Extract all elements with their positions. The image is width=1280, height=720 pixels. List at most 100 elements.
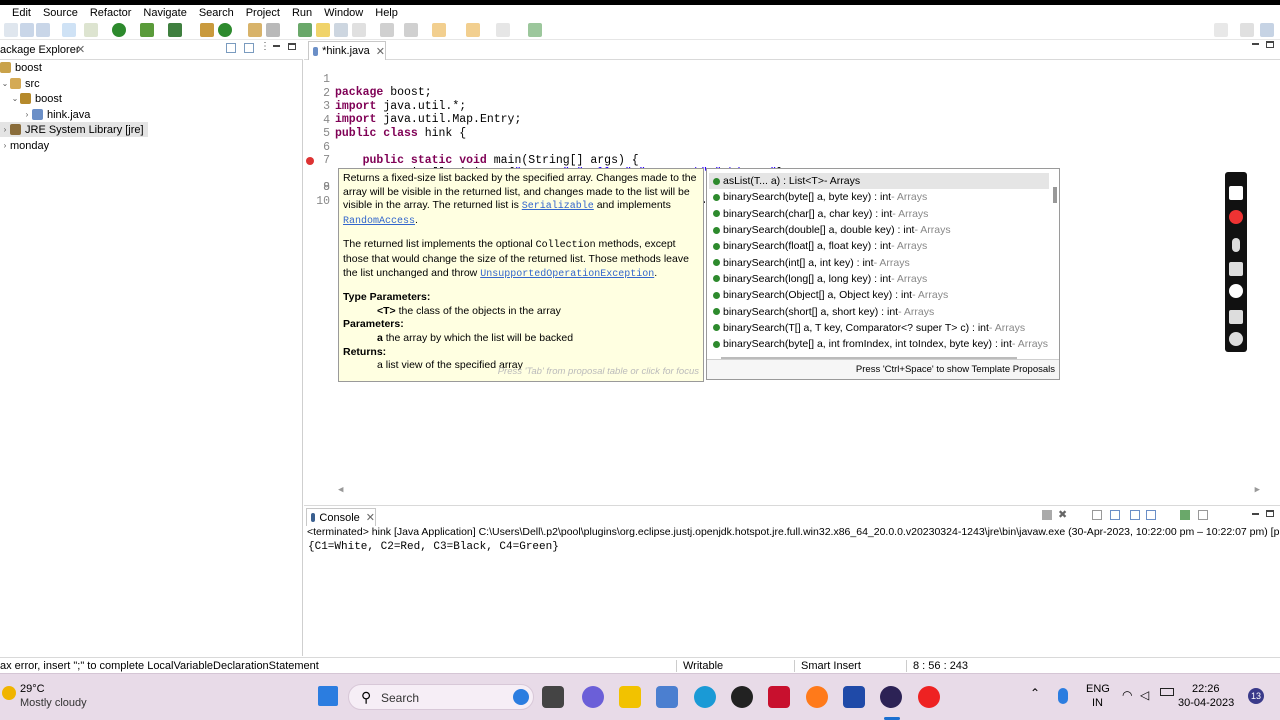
proposal-item[interactable]: binarySearch(int[] a, int key) : int - A…: [709, 254, 1049, 270]
last-edit-icon[interactable]: [432, 23, 446, 37]
battery-icon[interactable]: [1160, 688, 1174, 696]
clear-console-icon[interactable]: [1092, 510, 1102, 520]
tree-item-hink-java[interactable]: › hink.java: [22, 107, 91, 122]
scroll-right-icon[interactable]: ▶: [1255, 485, 1260, 495]
collapse-all-icon[interactable]: [226, 43, 236, 53]
menu-run[interactable]: Run: [292, 7, 320, 19]
file-explorer-icon[interactable]: [619, 686, 641, 708]
show-stdout-icon[interactable]: [1146, 510, 1156, 520]
taskbar-search-box[interactable]: ⚲ Search: [348, 684, 534, 710]
recorder-app-icon[interactable]: [918, 686, 940, 708]
open-type-icon[interactable]: [248, 23, 262, 37]
mark-occurrences-icon[interactable]: [316, 23, 330, 37]
prev-annotation-icon[interactable]: [404, 23, 418, 37]
mcafee-icon[interactable]: [768, 686, 790, 708]
clock-time[interactable]: 22:26: [1192, 683, 1220, 695]
wifi-icon[interactable]: ◠: [1122, 688, 1132, 702]
tree-item-boost-project[interactable]: boost: [0, 60, 42, 75]
status-insert-mode[interactable]: Smart Insert: [794, 660, 861, 672]
whitespace-icon[interactable]: [352, 23, 366, 37]
menu-help[interactable]: Help: [375, 7, 406, 19]
tab-hink-java[interactable]: *hink.java ✕: [308, 41, 386, 60]
maximize-icon[interactable]: [1266, 510, 1274, 517]
task-view-icon[interactable]: [542, 686, 564, 708]
back-icon[interactable]: [466, 23, 480, 37]
package-explorer-tab-label[interactable]: ackage Explorer: [0, 44, 80, 56]
maximize-icon[interactable]: [288, 43, 296, 50]
windows-start-icon[interactable]: [318, 686, 338, 706]
pin-editor-icon[interactable]: [528, 23, 542, 37]
search-icon[interactable]: [1214, 23, 1228, 37]
tree-item-src[interactable]: ⌄ src: [0, 76, 40, 91]
menu-edit[interactable]: Edit: [12, 7, 39, 19]
chevron-right-icon[interactable]: ›: [22, 110, 32, 119]
eclipse-icon[interactable]: [880, 686, 902, 708]
settings-gear-icon[interactable]: [1229, 332, 1243, 346]
save-icon[interactable]: [20, 23, 34, 37]
proposal-item[interactable]: binarySearch(byte[] a, int fromIndex, in…: [709, 336, 1049, 352]
proposal-item[interactable]: binarySearch(Object[] a, Object key) : i…: [709, 287, 1049, 303]
minimize-icon[interactable]: [273, 45, 280, 47]
weather-description[interactable]: Mostly cloudy: [20, 697, 87, 709]
new-package-icon[interactable]: [200, 23, 214, 37]
chevron-right-icon[interactable]: ›: [0, 141, 10, 150]
region-indicator[interactable]: IN: [1092, 697, 1103, 709]
menu-refactor[interactable]: Refactor: [90, 7, 140, 19]
coverage-icon[interactable]: [140, 23, 154, 37]
proposal-list[interactable]: asList(T... a) : List<T> - Arrays binary…: [709, 173, 1049, 352]
new-class-icon[interactable]: [218, 23, 232, 37]
notification-badge[interactable]: 13: [1248, 688, 1264, 704]
scroll-left-icon[interactable]: ◀: [338, 485, 343, 495]
external-tools-icon[interactable]: [168, 23, 182, 37]
content-assist-popup[interactable]: asList(T... a) : List<T> - Arrays binary…: [706, 168, 1060, 380]
scroll-lock-icon[interactable]: [1110, 510, 1120, 520]
proposal-item[interactable]: binarySearch(short[] a, short key) : int…: [709, 303, 1049, 319]
serializable-link[interactable]: Serializable: [522, 201, 594, 212]
firefox-icon[interactable]: [806, 686, 828, 708]
close-icon[interactable]: ✕: [76, 43, 85, 56]
proposal-item[interactable]: binarySearch(double[] a, double key) : i…: [709, 222, 1049, 238]
minimize-icon[interactable]: [1252, 513, 1259, 515]
save-all-icon[interactable]: [36, 23, 50, 37]
view-menu-icon[interactable]: ⋮: [260, 41, 270, 52]
menu-search[interactable]: Search: [199, 7, 242, 19]
close-icon[interactable]: ✕: [366, 511, 375, 524]
menu-window[interactable]: Window: [324, 7, 371, 19]
proposal-item[interactable]: binarySearch(T[] a, T key, Comparator<? …: [709, 320, 1049, 336]
menu-source[interactable]: Source: [43, 7, 86, 19]
horizontal-scrollbar[interactable]: ◀ ▶: [338, 485, 1260, 496]
proposal-item[interactable]: binarySearch(byte[] a, byte key) : int -…: [709, 189, 1049, 205]
window-icon[interactable]: [1229, 310, 1243, 324]
dell-icon[interactable]: [731, 686, 753, 708]
error-marker-icon[interactable]: [306, 156, 314, 165]
chevron-right-icon[interactable]: ›: [0, 125, 10, 134]
java-perspective-icon[interactable]: [1260, 23, 1274, 37]
console-output[interactable]: {C1=White, C2=Red, C3=Black, C4=Green}: [308, 541, 559, 553]
weather-icon[interactable]: [2, 686, 16, 700]
maximize-icon[interactable]: [1266, 41, 1274, 48]
chevron-down-icon[interactable]: ⌄: [10, 94, 20, 103]
perspective-icon[interactable]: [1240, 23, 1254, 37]
briefcase-icon[interactable]: [843, 686, 865, 708]
weather-temperature[interactable]: 29°C: [20, 683, 45, 695]
proposal-item[interactable]: asList(T... a) : List<T> - Arrays: [709, 173, 1049, 190]
proposal-item[interactable]: binarySearch(long[] a, long key) : int -…: [709, 271, 1049, 287]
store-icon[interactable]: [656, 686, 678, 708]
remove-launch-icon[interactable]: ✖: [1058, 508, 1067, 521]
block-selection-icon[interactable]: [334, 23, 348, 37]
edge-icon[interactable]: [694, 686, 716, 708]
next-annotation-icon[interactable]: [380, 23, 394, 37]
camera-icon[interactable]: [1229, 186, 1243, 200]
record-icon[interactable]: [1229, 210, 1243, 224]
menu-navigate[interactable]: Navigate: [143, 7, 194, 19]
randomaccess-link[interactable]: RandomAccess: [343, 216, 415, 227]
tree-item-monday-project[interactable]: › monday: [0, 138, 49, 153]
close-icon[interactable]: ✕: [376, 45, 385, 58]
annotation-icon[interactable]: [298, 23, 312, 37]
microphone-icon[interactable]: [1232, 238, 1240, 252]
search-tool-icon[interactable]: [266, 23, 280, 37]
menu-project[interactable]: Project: [246, 7, 288, 19]
run-icon[interactable]: [112, 23, 126, 37]
teams-icon[interactable]: [582, 686, 604, 708]
display-console-icon[interactable]: [1198, 510, 1208, 520]
